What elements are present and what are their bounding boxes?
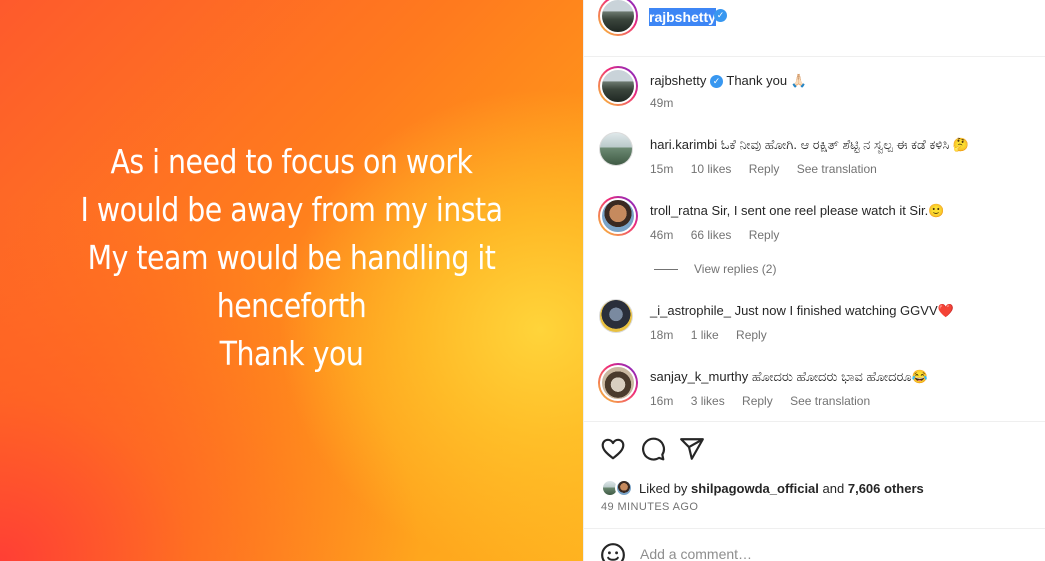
comment-text: hari.karimbi ಓಕೆ ನೀವು ಹೋಗಿ. ಆ ರಕ್ಷಿತ್ ಶೆ… — [650, 136, 969, 154]
comment-body: Sir, I sent one reel please watch it Sir… — [711, 203, 945, 218]
post-text-line: I would be away from my insta — [80, 190, 503, 229]
share-send-icon[interactable] — [679, 436, 705, 462]
post-actions — [600, 436, 1040, 462]
reply-button[interactable]: Reply — [736, 328, 767, 342]
comment-avatar[interactable] — [599, 132, 633, 166]
footer-divider — [584, 528, 1045, 529]
caption-meta: 49m — [650, 96, 687, 110]
view-replies-label: View replies (2) — [694, 262, 777, 276]
liker-avatar[interactable] — [615, 479, 633, 497]
comment-bubble-icon[interactable] — [640, 436, 666, 462]
see-translation-button[interactable]: See translation — [790, 394, 870, 408]
comment-meta: 15m 10 likes Reply See translation — [650, 162, 891, 176]
comment-text: _i_astrophile_ Just now I finished watch… — [650, 302, 954, 320]
comment-body: Just now I finished watching GGVV❤️ — [734, 303, 954, 318]
liked-by-text: Liked by shilpagowda_official and 7,606 … — [639, 481, 924, 496]
post-details-panel: rajbshetty ✓ rajbshetty ✓ Thank you 🙏🏻 4… — [583, 0, 1045, 561]
comment-time: 46m — [650, 228, 674, 242]
comment-meta: 18m 1 like Reply — [650, 328, 781, 342]
liked-by-prefix: Liked by — [639, 481, 688, 496]
comment-avatar[interactable] — [598, 363, 638, 403]
see-translation-button[interactable]: See translation — [797, 162, 877, 176]
caption-username[interactable]: rajbshetty — [650, 73, 706, 88]
comment-meta: 16m 3 likes Reply See translation — [650, 394, 884, 408]
reply-button[interactable]: Reply — [749, 228, 780, 242]
post-image: As i need to focus on work I would be aw… — [0, 0, 583, 561]
comment-username[interactable]: troll_ratna — [650, 203, 708, 218]
emoji-icon[interactable] — [600, 542, 626, 561]
add-comment-bar — [600, 538, 1040, 561]
comment-time: 18m — [650, 328, 674, 342]
comment-username[interactable]: hari.karimbi — [650, 137, 717, 152]
liked-by-and: and — [822, 481, 845, 496]
comment-likes[interactable]: 1 like — [691, 328, 719, 342]
comment-username[interactable]: sanjay_k_murthy — [650, 369, 748, 384]
comment-avatar[interactable] — [598, 196, 638, 236]
caption-text: rajbshetty ✓ Thank you 🙏🏻 — [650, 72, 807, 90]
add-comment-input[interactable] — [640, 546, 1020, 561]
comment-likes[interactable]: 3 likes — [691, 394, 725, 408]
comment-text: troll_ratna Sir, I sent one reel please … — [650, 202, 944, 220]
comment-time: 15m — [650, 162, 674, 176]
post-text-line: As i need to focus on work — [110, 142, 473, 181]
reply-thread-line — [654, 269, 678, 271]
post-timestamp[interactable]: 49 MINUTES AGO — [601, 501, 698, 513]
header-divider — [584, 56, 1045, 57]
caption-avatar[interactable] — [598, 66, 638, 106]
comment-username[interactable]: _i_astrophile_ — [650, 303, 731, 318]
comments-divider — [584, 421, 1045, 422]
post-text-line: henceforth — [216, 286, 367, 325]
verified-badge-icon: ✓ — [714, 9, 727, 22]
author-avatar[interactable] — [598, 0, 638, 36]
post-text-line: Thank you — [219, 334, 364, 373]
liked-by-user[interactable]: shilpagowda_official — [691, 481, 819, 496]
post-text-line: My team would be handling it — [87, 238, 496, 277]
comment-body: ಹೋದರು ಹೋದರು ಭಾವ ಹೋದರೂ😂 — [751, 369, 928, 384]
comment-time: 16m — [650, 394, 674, 408]
view-replies-button[interactable]: View replies (2) — [654, 262, 776, 276]
comment-likes[interactable]: 66 likes — [691, 228, 732, 242]
post-image-text: As i need to focus on work I would be aw… — [41, 138, 542, 378]
verified-badge-icon: ✓ — [710, 75, 723, 89]
reply-button[interactable]: Reply — [749, 162, 780, 176]
caption-body: Thank you 🙏🏻 — [726, 73, 807, 88]
comment-body: ಓಕೆ ನೀವು ಹೋಗಿ. ಆ ರಕ್ಷಿತ್ ಶೆಟ್ಟಿ ನ ಸ್ವಲ್ಪ… — [720, 137, 970, 152]
liked-by-others[interactable]: 7,606 others — [848, 481, 924, 496]
comment-meta: 46m 66 likes Reply — [650, 228, 793, 242]
comment-avatar[interactable] — [599, 299, 633, 333]
comment-likes[interactable]: 10 likes — [691, 162, 732, 176]
reply-button[interactable]: Reply — [742, 394, 773, 408]
author-username[interactable]: rajbshetty — [649, 8, 716, 26]
like-heart-icon[interactable] — [600, 436, 626, 462]
caption-time: 49m — [650, 96, 674, 110]
comment-text: sanjay_k_murthy ಹೋದರು ಹೋದರು ಭಾವ ಹೋದರೂ😂 — [650, 368, 928, 386]
